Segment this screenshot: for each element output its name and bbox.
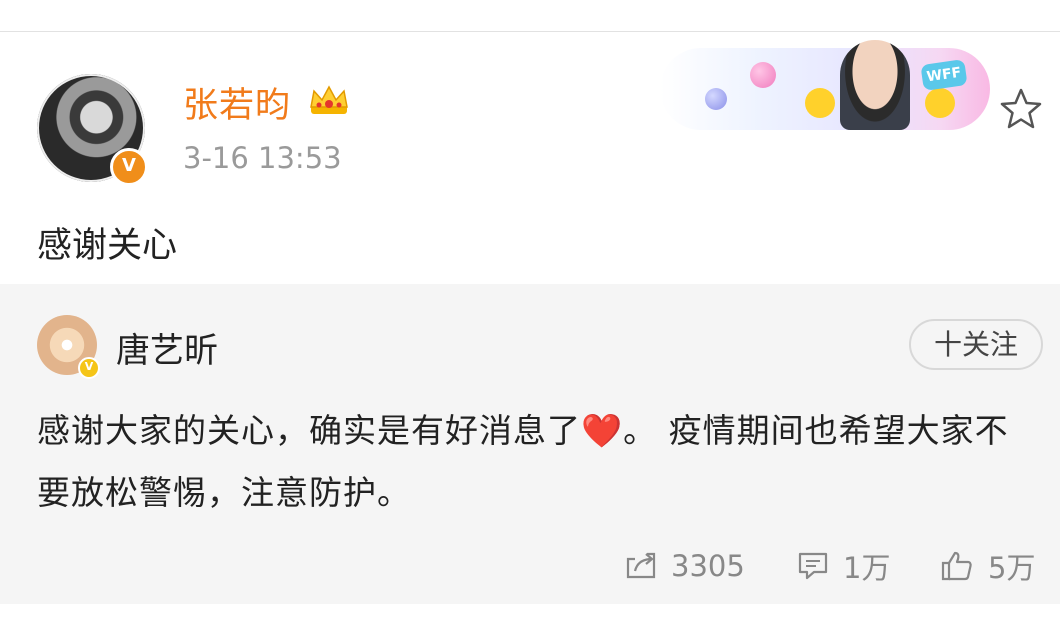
comment-icon xyxy=(798,552,828,580)
bottom-spacer xyxy=(0,604,1060,641)
planet-icon xyxy=(750,62,776,88)
heart-emoji: ❤️ xyxy=(581,411,624,450)
repost-content: 感谢大家的关心，确实是有好消息了❤️。 疫情期间也希望大家不要放松警惕，注意防护… xyxy=(37,400,1037,524)
repost-author-name[interactable]: 唐艺昕 xyxy=(116,323,218,372)
repost-text-part: 感谢大家的关心，确实是有好消息了 xyxy=(37,411,581,450)
card-decoration-banner[interactable]: WFF xyxy=(660,40,990,130)
share-button[interactable]: 3305 xyxy=(625,546,745,586)
verified-icon: V xyxy=(110,148,148,186)
post-content: 感谢关心 xyxy=(37,226,178,266)
planet-icon xyxy=(705,88,727,110)
verified-icon: V xyxy=(78,357,100,379)
chick-icon xyxy=(925,88,955,118)
crown-icon xyxy=(310,85,348,114)
share-count: 3305 xyxy=(671,549,745,583)
star-icon[interactable] xyxy=(998,86,1044,132)
follow-button[interactable]: 十关注 xyxy=(909,319,1043,370)
like-icon xyxy=(941,551,972,581)
wff-badge: WFF xyxy=(920,59,968,91)
post-timestamp: 3-16 13:53 xyxy=(183,141,342,175)
like-count: 5万 xyxy=(988,551,1036,585)
reposted-card[interactable]: V 唐艺昕 十关注 感谢大家的关心，确实是有好消息了❤️。 疫情期间也希望大家不… xyxy=(0,284,1060,604)
comment-button[interactable]: 1万 xyxy=(797,546,890,586)
original-post: V 张若昀 3-16 13:53 感谢关心 WFF xyxy=(0,32,1060,284)
chick-icon xyxy=(805,88,835,118)
banner-portrait xyxy=(840,40,910,130)
comment-count: 1万 xyxy=(843,551,891,585)
share-icon xyxy=(626,552,656,579)
author-name[interactable]: 张若昀 xyxy=(183,77,291,128)
like-button[interactable]: 5万 xyxy=(940,546,1035,586)
